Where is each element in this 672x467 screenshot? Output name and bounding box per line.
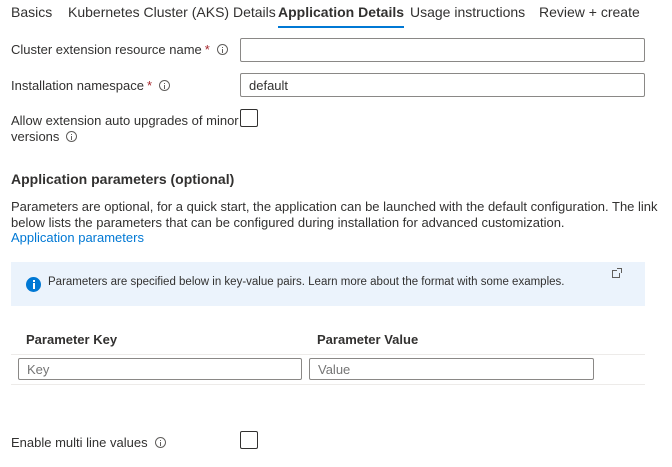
namespace-label-text: Installation namespace: [11, 78, 144, 93]
grid-divider: [11, 384, 645, 385]
tab-application-details[interactable]: Application Details: [278, 4, 405, 28]
wizard-tabs: Basics Kubernetes Cluster (AKS) Details …: [0, 0, 672, 34]
parameter-value-header: Parameter Value: [317, 332, 419, 347]
required-marker: *: [204, 42, 210, 57]
namespace-label: Installation namespace *: [11, 78, 171, 93]
info-icon[interactable]: [159, 80, 171, 92]
ext-name-label-text: Cluster extension resource name: [11, 42, 202, 57]
section-description: Parameters are optional, for a quick sta…: [11, 199, 658, 230]
parameter-key-input[interactable]: [18, 358, 302, 380]
auto-upgrade-label-line2: versions: [11, 129, 60, 144]
tab-review-create[interactable]: Review + create: [539, 4, 640, 28]
auto-upgrade-label-line1: Allow extension auto upgrades of minor: [11, 113, 239, 128]
application-parameters-link[interactable]: Application parameters: [11, 230, 144, 245]
tab-usage-instructions[interactable]: Usage instructions: [410, 4, 525, 28]
info-icon[interactable]: [66, 131, 78, 143]
tab-basics[interactable]: Basics: [11, 4, 52, 28]
parameter-key-header: Parameter Key: [26, 332, 118, 347]
external-link-icon[interactable]: [612, 268, 622, 278]
multiline-label-text: Enable multi line values: [11, 435, 148, 450]
auto-upgrade-label: Allow extension auto upgrades of minor v…: [11, 113, 239, 145]
required-marker: *: [146, 78, 153, 93]
info-banner: Parameters are specified below in key-va…: [11, 262, 645, 306]
banner-text: Parameters are specified below in key-va…: [48, 276, 565, 288]
info-icon: [26, 277, 41, 292]
tab-aks-details[interactable]: Kubernetes Cluster (AKS) Details: [68, 4, 276, 28]
multiline-checkbox[interactable]: [240, 431, 258, 449]
namespace-input[interactable]: [240, 73, 645, 97]
info-icon[interactable]: [216, 44, 228, 56]
auto-upgrade-checkbox[interactable]: [240, 109, 258, 127]
parameter-value-input[interactable]: [309, 358, 594, 380]
ext-name-input[interactable]: [240, 38, 645, 62]
section-title: Application parameters (optional): [11, 171, 235, 187]
info-icon[interactable]: [154, 437, 166, 449]
ext-name-label: Cluster extension resource name *: [11, 42, 228, 57]
grid-divider: [11, 354, 645, 355]
multiline-label: Enable multi line values: [11, 435, 166, 450]
